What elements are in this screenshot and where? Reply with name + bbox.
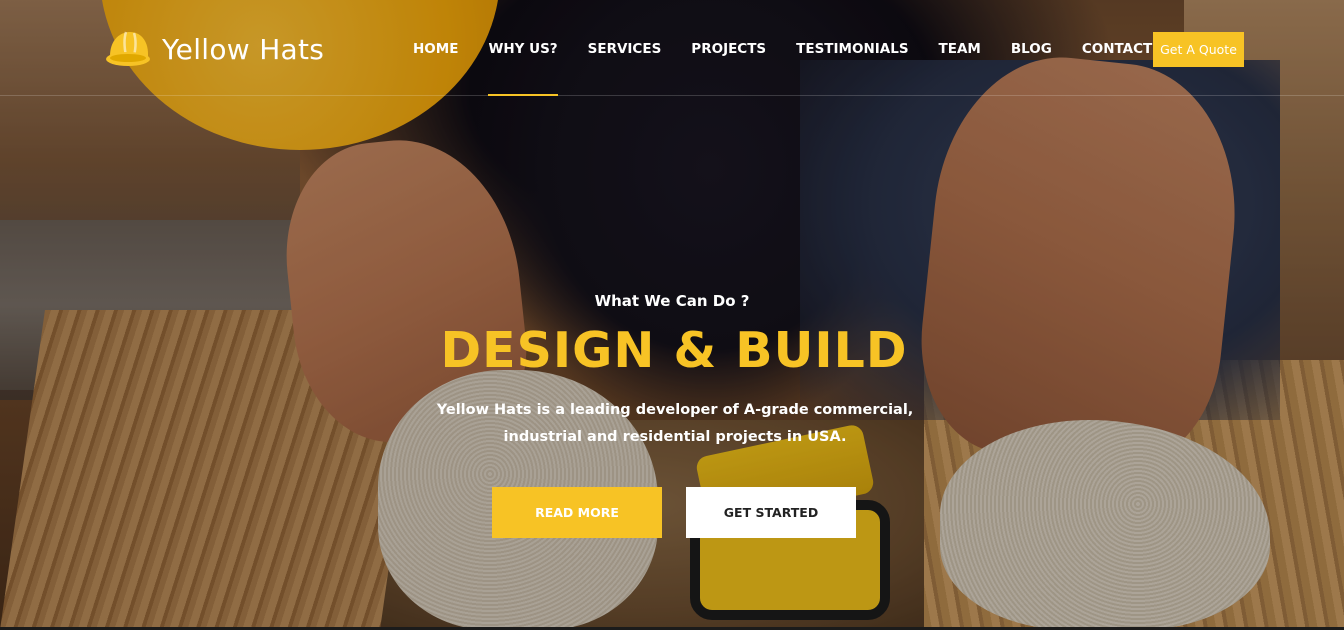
hard-hat-icon	[106, 31, 150, 66]
nav-services[interactable]: SERVICES	[573, 0, 677, 96]
hero-description: Yellow Hats is a leading developer of A-…	[436, 402, 914, 445]
logo[interactable]: Yellow Hats	[104, 26, 324, 72]
get-quote-button[interactable]: Get A Quote	[1153, 32, 1244, 67]
hero-title: DESIGN & BUILD	[440, 322, 908, 379]
nav-projects[interactable]: PROJECTS	[676, 0, 781, 96]
brand-name: Yellow Hats	[162, 32, 325, 66]
main-nav: HOME WHY US? SERVICES PROJECTS TESTIMONI…	[398, 0, 1167, 96]
hero-subtitle: What We Can Do ?	[594, 292, 750, 310]
nav-home[interactable]: HOME	[398, 0, 473, 96]
nav-team[interactable]: TEAM	[924, 0, 996, 96]
nav-why-us[interactable]: WHY US?	[473, 0, 572, 96]
site-header: Yellow Hats HOME WHY US? SERVICES PROJEC…	[0, 0, 1344, 96]
get-started-button[interactable]: GET STARTED	[686, 487, 856, 538]
nav-testimonials[interactable]: TESTIMONIALS	[781, 0, 923, 96]
nav-blog[interactable]: BLOG	[996, 0, 1067, 96]
read-more-button[interactable]: READ MORE	[492, 487, 662, 538]
